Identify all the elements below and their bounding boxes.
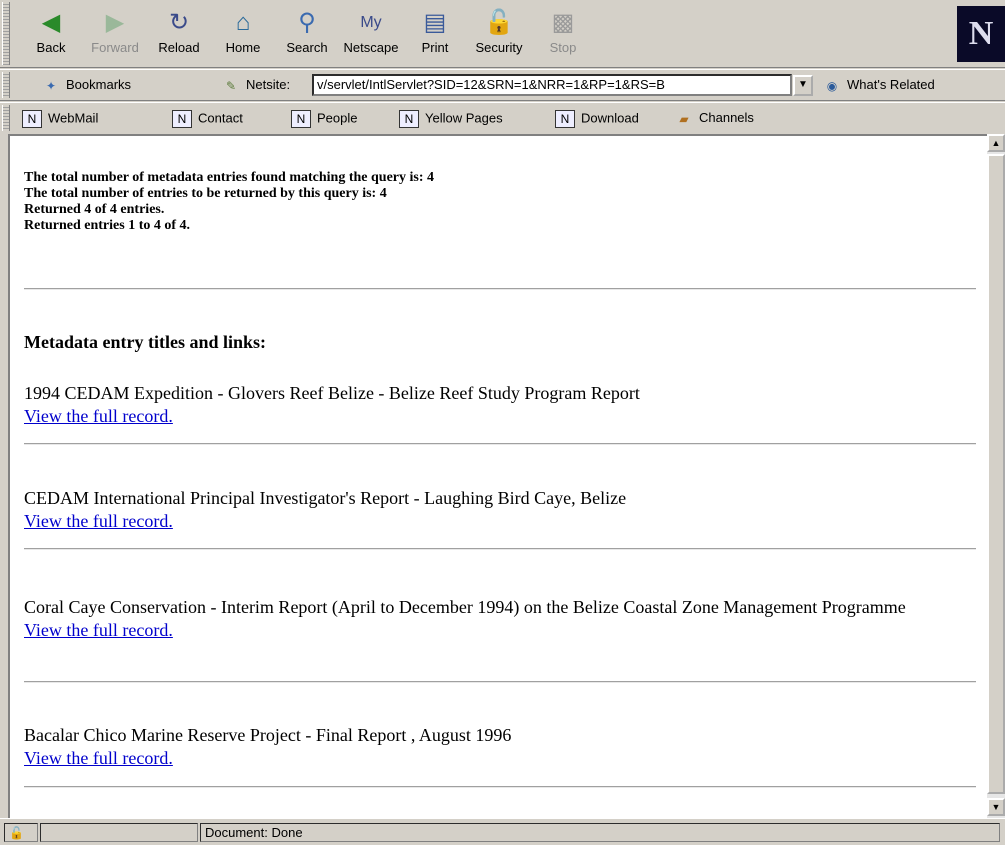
status-bar: 🔓 Document: Done bbox=[0, 818, 1005, 845]
toolbar-grip[interactable] bbox=[2, 72, 10, 98]
page-content: The total number of metadata entries fou… bbox=[8, 134, 987, 818]
toolbar-grip[interactable] bbox=[2, 2, 10, 65]
print-label: Print bbox=[421, 40, 449, 55]
bookmarks-label: Bookmarks bbox=[66, 77, 132, 92]
security-status[interactable]: 🔓 bbox=[4, 823, 38, 842]
netscape-label: Netscape bbox=[343, 40, 399, 55]
home-button[interactable]: ⌂ Home bbox=[212, 4, 274, 64]
scroll-up-button[interactable]: ▲ bbox=[987, 134, 1005, 152]
view-record-link[interactable]: View the full record. bbox=[24, 405, 974, 428]
chevron-down-icon: ▼ bbox=[798, 79, 808, 90]
view-record-link[interactable]: View the full record. bbox=[24, 747, 974, 770]
bookmark-page-icon: N bbox=[555, 110, 575, 128]
vertical-scrollbar[interactable]: ▲ ▼ bbox=[987, 134, 1005, 818]
personal-item-label: Channels bbox=[699, 110, 754, 125]
view-record-link[interactable]: View the full record. bbox=[24, 510, 974, 533]
personal-item-download[interactable]: N Download bbox=[555, 110, 639, 128]
lock-icon: 🔓 bbox=[9, 826, 24, 840]
netsite-label: Netsite: bbox=[246, 77, 291, 92]
personal-item-label: Yellow Pages bbox=[425, 110, 503, 126]
summary-line: The total number of entries to be return… bbox=[24, 186, 387, 201]
print-icon: ▤ bbox=[423, 9, 447, 36]
netscape-button[interactable]: My Netscape bbox=[340, 4, 402, 64]
location-input[interactable]: v/servlet/IntlServlet?SID=12&SRN=1&NRR=1… bbox=[312, 74, 792, 96]
personal-item-label: WebMail bbox=[48, 110, 99, 126]
arrow-down-icon: ▼ bbox=[991, 802, 1001, 812]
netsite-label-group: ✎ Netsite: bbox=[222, 77, 290, 94]
summary-line: The total number of metadata entries fou… bbox=[24, 170, 435, 185]
toolbar-grip[interactable] bbox=[2, 105, 10, 131]
security-label: Security bbox=[475, 40, 523, 55]
search-label: Search bbox=[286, 40, 328, 55]
back-icon: ◀ bbox=[41, 9, 61, 36]
search-button[interactable]: ⚲ Search bbox=[276, 4, 338, 64]
personal-item-label: Contact bbox=[198, 110, 243, 126]
forward-label: Forward bbox=[91, 40, 139, 55]
divider bbox=[24, 288, 976, 290]
home-icon: ⌂ bbox=[235, 9, 251, 36]
list-item: CEDAM International Principal Investigat… bbox=[24, 487, 974, 533]
reload-label: Reload bbox=[158, 40, 200, 55]
divider bbox=[24, 443, 976, 445]
netscape-logo[interactable]: N bbox=[957, 6, 1005, 62]
list-item: Bacalar Chico Marine Reserve Project - F… bbox=[24, 724, 974, 770]
navigation-toolbar: ◀ Back ▶ Forward ↻ Reload ⌂ Home ⚲ Search My N… bbox=[0, 0, 1005, 68]
my-netscape-icon: My bbox=[360, 14, 382, 31]
arrow-up-icon: ▲ bbox=[991, 138, 1001, 148]
bookmarks-icon: ✦ bbox=[45, 78, 57, 93]
progress-field bbox=[40, 823, 198, 842]
entry-title: CEDAM International Principal Investigat… bbox=[24, 488, 627, 508]
bookmark-page-icon: N bbox=[172, 110, 192, 128]
list-item: Coral Caye Conservation - Interim Report… bbox=[24, 596, 974, 642]
stop-button[interactable]: ▩ Stop bbox=[532, 4, 594, 64]
view-record-link[interactable]: View the full record. bbox=[24, 619, 974, 642]
divider bbox=[24, 681, 976, 683]
summary-line: Returned 4 of 4 entries. bbox=[24, 202, 165, 217]
personal-item-contact[interactable]: N Contact bbox=[172, 110, 243, 128]
whats-related-icon: ◉ bbox=[826, 78, 838, 93]
bookmark-page-icon: N bbox=[22, 110, 42, 128]
channels-icon: ▰ bbox=[679, 111, 689, 126]
personal-item-people[interactable]: N People bbox=[291, 110, 357, 128]
location-dropdown-button[interactable]: ▼ bbox=[793, 75, 813, 96]
whats-related-button[interactable]: ◉ What's Related bbox=[823, 77, 935, 94]
bookmark-page-icon: N bbox=[399, 110, 419, 128]
personal-item-yellow-pages[interactable]: N Yellow Pages bbox=[399, 110, 503, 128]
personal-item-label: People bbox=[317, 110, 358, 126]
forward-icon: ▶ bbox=[105, 9, 125, 36]
back-button[interactable]: ◀ Back bbox=[20, 4, 82, 64]
forward-button[interactable]: ▶ Forward bbox=[84, 4, 146, 64]
entry-title: Bacalar Chico Marine Reserve Project - F… bbox=[24, 725, 512, 745]
security-button[interactable]: 🔓 Security bbox=[468, 4, 530, 64]
personal-item-label: Download bbox=[581, 110, 639, 126]
summary-line: Returned entries 1 to 4 of 4. bbox=[24, 218, 191, 233]
bookmarks-button[interactable]: ✦ Bookmarks bbox=[42, 77, 131, 94]
personal-item-channels[interactable]: ▰ Channels bbox=[675, 110, 754, 127]
back-label: Back bbox=[36, 40, 66, 55]
whats-related-label: What's Related bbox=[847, 77, 935, 92]
entry-title: Coral Caye Conservation - Interim Report… bbox=[24, 597, 906, 617]
personal-toolbar: N WebMail N Contact N People N Yellow Pages … bbox=[0, 102, 1005, 133]
list-item: 1994 CEDAM Expedition - Glovers Reef Bel… bbox=[24, 382, 974, 428]
security-lock-icon: 🔓 bbox=[484, 9, 514, 36]
search-icon: ⚲ bbox=[298, 9, 316, 36]
results-summary: The total number of metadata entries fou… bbox=[24, 170, 434, 234]
page-proxy-icon[interactable]: ✎ bbox=[222, 78, 240, 94]
divider bbox=[24, 548, 976, 550]
home-label: Home bbox=[225, 40, 261, 55]
stop-icon: ▩ bbox=[551, 9, 575, 36]
personal-item-webmail[interactable]: N WebMail bbox=[22, 110, 98, 128]
section-heading: Metadata entry titles and links: bbox=[24, 332, 266, 352]
bookmark-page-icon: N bbox=[291, 110, 311, 128]
reload-button[interactable]: ↻ Reload bbox=[148, 4, 210, 64]
print-button[interactable]: ▤ Print bbox=[404, 4, 466, 64]
reload-icon: ↻ bbox=[168, 9, 190, 36]
location-toolbar: ✦ Bookmarks ✎ Netsite: v/servlet/IntlServl… bbox=[0, 69, 1005, 101]
scroll-down-button[interactable]: ▼ bbox=[987, 798, 1005, 816]
status-text: Document: Done bbox=[200, 823, 1000, 842]
stop-label: Stop bbox=[549, 40, 577, 55]
entry-title: 1994 CEDAM Expedition - Glovers Reef Bel… bbox=[24, 383, 640, 403]
scroll-thumb[interactable] bbox=[987, 154, 1005, 794]
divider bbox=[24, 786, 976, 788]
